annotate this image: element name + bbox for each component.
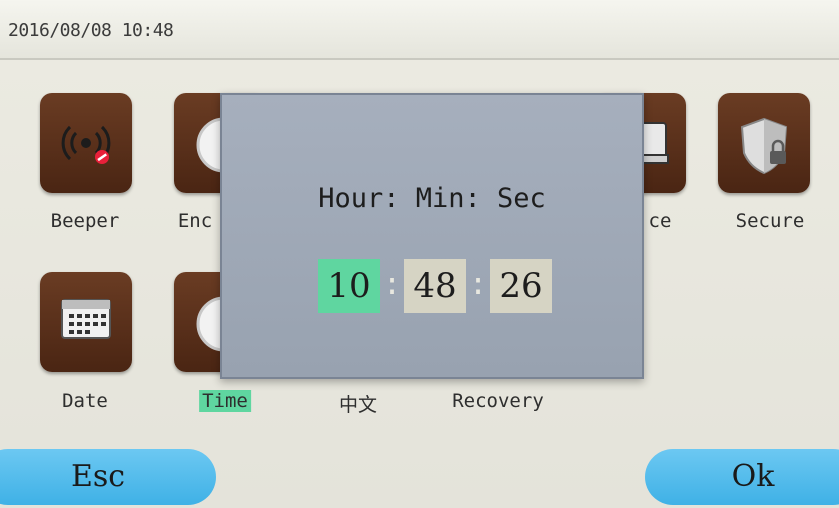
time-separator: : xyxy=(468,267,488,302)
ok-button[interactable]: Ok xyxy=(645,449,839,505)
beeper-label[interactable]: Beeper xyxy=(48,210,123,232)
beeper-tile[interactable] xyxy=(40,93,132,193)
chinese-label[interactable]: 中文 xyxy=(336,390,380,417)
time-label[interactable]: Time xyxy=(199,390,251,412)
minute-field[interactable]: 48 xyxy=(404,259,466,313)
esc-button[interactable]: Esc xyxy=(0,449,216,505)
beeper-icon xyxy=(61,125,111,164)
status-bar: 2016/08/08 10:48 xyxy=(0,0,839,60)
date-label[interactable]: Date xyxy=(59,390,111,412)
date-tile[interactable] xyxy=(40,272,132,372)
secure-label[interactable]: Secure xyxy=(733,210,808,232)
secure-shield-icon xyxy=(740,117,788,175)
datetime-label: 2016/08/08 10:48 xyxy=(8,20,174,41)
hour-field[interactable]: 10 xyxy=(318,259,380,313)
encoding-label[interactable]: Enc xyxy=(175,210,215,232)
time-format-header: Hour: Min: Sec xyxy=(318,183,546,214)
secure-tile[interactable] xyxy=(718,93,810,193)
time-dialog: Hour: Min: Sec 10 : 48 : 26 xyxy=(220,93,644,379)
second-field[interactable]: 26 xyxy=(490,259,552,313)
recovery-label[interactable]: Recovery xyxy=(449,390,547,412)
device-label[interactable]: ce xyxy=(646,210,675,232)
time-separator: : xyxy=(382,267,402,302)
calendar-icon xyxy=(61,299,111,339)
